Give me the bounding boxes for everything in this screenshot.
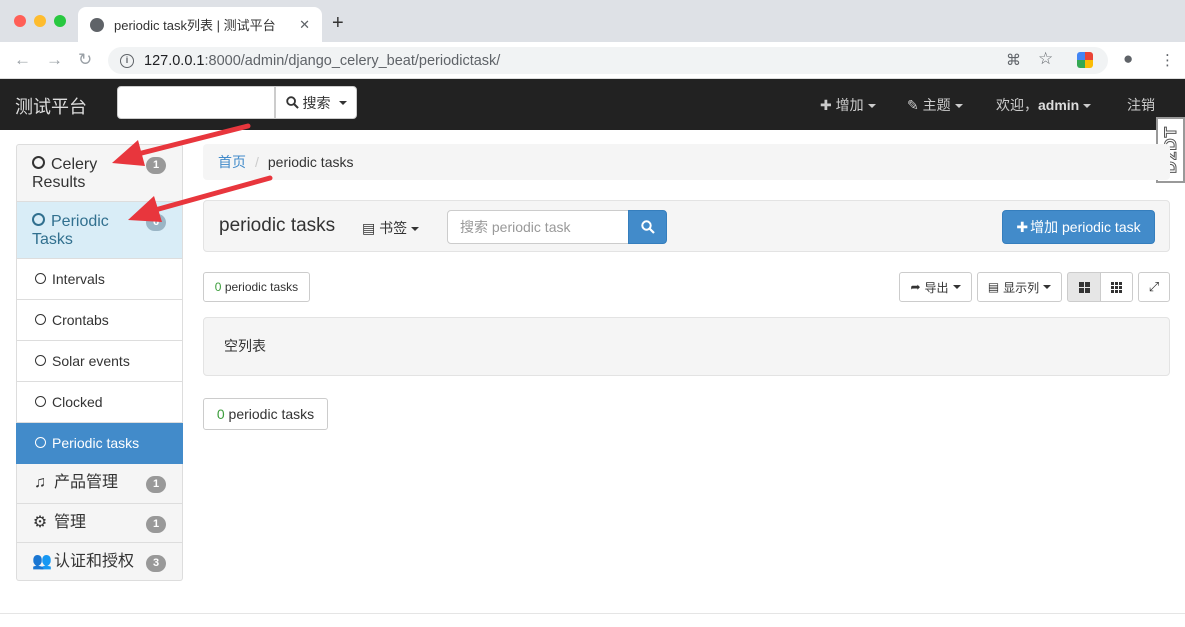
list-search-input[interactable]: 搜索 periodic task — [447, 210, 629, 244]
minimize-window-button[interactable] — [34, 15, 46, 27]
sidebar-app-product[interactable]: ♫ 产品管理 1 — [16, 464, 183, 504]
empty-list-text: 空列表 — [224, 338, 266, 354]
nav-user-menu[interactable]: 欢迎，admin — [996, 95, 1092, 115]
sidebar-item-intervals[interactable]: Intervals — [16, 259, 183, 300]
forward-icon[interactable]: → — [46, 50, 63, 70]
grid-small-icon — [1111, 281, 1122, 293]
plus-icon: ✚ — [820, 97, 832, 113]
sidebar-item-crontabs[interactable]: Crontabs — [16, 300, 183, 341]
list-icon: ▤ — [987, 280, 1000, 294]
breadcrumb-current: periodic tasks — [267, 154, 354, 170]
plus-icon: ✚ — [1016, 218, 1029, 235]
info-icon[interactable]: i — [120, 53, 134, 68]
top-navbar: 测试平台 搜索 ✚ 增加 ✎ 主题 欢迎，admin 注销 — [0, 79, 1185, 130]
circle-icon — [35, 273, 46, 284]
sidebar-item-solar-events[interactable]: Solar events — [16, 341, 183, 382]
address-bar-row: ← → ↻ i 127.0.0.1:8000/admin/django_cele… — [0, 42, 1185, 79]
circle-icon — [35, 355, 46, 366]
breadcrumb: 首页 / periodic tasks — [203, 144, 1170, 180]
browser-tab[interactable]: periodic task列表 | 测试平台 ✕ — [78, 7, 322, 42]
footer-divider — [0, 613, 1185, 614]
sidebar-app-auth[interactable]: 👥 认证和授权 3 — [16, 543, 183, 581]
url-path: :8000/admin/django_celery_beat/periodict… — [204, 52, 501, 69]
breadcrumb-home-link[interactable]: 首页 — [218, 154, 246, 170]
result-count-top: 0 periodic tasks — [203, 272, 310, 302]
page-title: periodic tasks — [219, 215, 336, 236]
empty-list-panel: 空列表 — [203, 317, 1170, 376]
close-tab-icon[interactable]: ✕ — [299, 17, 310, 33]
maximize-window-button[interactable] — [54, 15, 66, 27]
brush-icon: ✎ — [907, 97, 919, 113]
circle-icon — [32, 156, 45, 169]
columns-button[interactable]: ▤ 显示列 — [977, 272, 1062, 302]
sidebar-item-periodic-tasks[interactable]: Periodic tasks — [16, 423, 183, 464]
nav-search-input[interactable] — [117, 86, 275, 119]
sidebar: Celery Results 1 Periodic Tasks 6 Interv… — [16, 144, 183, 581]
users-icon: 👥 — [32, 553, 52, 570]
browser-tab-bar: periodic task列表 | 测试平台 ✕ + — [0, 0, 1185, 42]
close-window-button[interactable] — [14, 15, 26, 27]
nav-search-label: 搜索 — [302, 94, 331, 111]
grid-large-icon — [1078, 281, 1090, 293]
sidebar-item-clocked[interactable]: Clocked — [16, 382, 183, 423]
sidebar-app-manage[interactable]: ⚙ 管理 1 — [16, 504, 183, 543]
expand-icon: ⤢ — [1148, 279, 1160, 294]
url-host: 127.0.0.1 — [144, 52, 205, 69]
sidebar-group-periodic-tasks[interactable]: Periodic Tasks 6 — [16, 202, 183, 259]
circle-icon — [35, 314, 46, 325]
music-icon: ♫ — [34, 474, 46, 491]
bookmark-menu[interactable]: ▤ 书签 — [362, 218, 420, 238]
search-icon — [640, 220, 655, 234]
fullscreen-button[interactable]: ⤢ — [1138, 272, 1170, 302]
export-button[interactable]: ➦ 导出 — [899, 272, 972, 302]
count-badge: 1 — [146, 157, 166, 174]
compact-view-button[interactable] — [1100, 272, 1133, 302]
star-icon[interactable]: ☆ — [1038, 49, 1053, 69]
circle-icon — [35, 396, 46, 407]
username: admin — [1038, 97, 1080, 113]
reload-icon[interactable]: ↻ — [78, 50, 92, 70]
tab-title: periodic task列表 | 测试平台 — [114, 18, 276, 33]
globe-icon — [90, 17, 104, 32]
new-tab-button[interactable]: + — [332, 12, 344, 35]
url-input[interactable]: i 127.0.0.1:8000/admin/django_celery_bea… — [108, 47, 1108, 74]
count-badge: 6 — [146, 214, 166, 231]
count-badge: 1 — [146, 476, 166, 493]
nav-theme-menu[interactable]: ✎ 主题 — [907, 95, 963, 115]
nav-add-menu[interactable]: ✚ 增加 — [820, 95, 876, 115]
logout-link[interactable]: 注销 — [1127, 95, 1155, 115]
circle-icon — [35, 437, 46, 448]
list-header-panel: periodic tasks ▤ 书签 搜索 periodic task ✚ 增… — [203, 200, 1170, 252]
brand-title[interactable]: 测试平台 — [15, 93, 87, 119]
translate-icon[interactable]: ⌘ — [1006, 51, 1021, 69]
back-icon[interactable]: ← — [14, 50, 31, 70]
count-badge: 1 — [146, 516, 166, 533]
sidebar-group-celery-results[interactable]: Celery Results 1 — [16, 144, 183, 202]
profile-icon[interactable]: ● — [1123, 49, 1133, 69]
add-periodic-task-button[interactable]: ✚ 增加 periodic task — [1002, 210, 1155, 244]
list-search-button[interactable] — [628, 210, 667, 244]
count-badge: 3 — [146, 555, 166, 572]
gear-icon: ⚙ — [32, 514, 48, 531]
window-controls — [14, 15, 66, 27]
extension-icon[interactable] — [1077, 52, 1093, 68]
share-icon: ➦ — [910, 280, 921, 294]
book-icon: ▤ — [362, 220, 376, 236]
result-count-bottom: 0 periodic tasks — [203, 398, 328, 430]
nav-search-button[interactable]: 搜索 — [275, 86, 357, 119]
search-icon — [285, 96, 299, 109]
menu-dots-icon[interactable]: ⋮ — [1160, 51, 1175, 69]
circle-icon — [32, 213, 45, 226]
grid-view-button[interactable] — [1067, 272, 1101, 302]
